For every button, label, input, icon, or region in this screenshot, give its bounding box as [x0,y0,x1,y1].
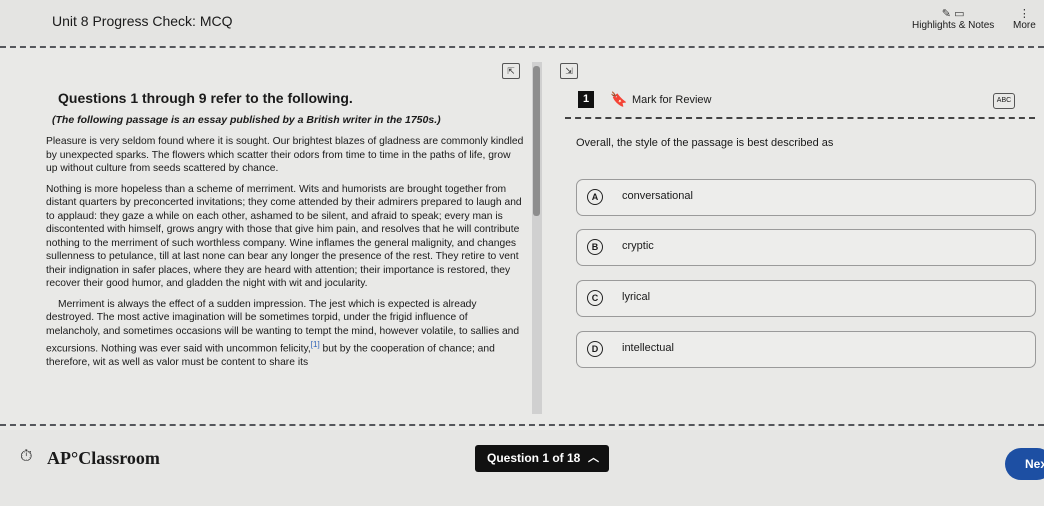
question-number: 1 [578,91,594,108]
answer-option-a[interactable]: A conversational [576,179,1036,216]
option-letter: B [587,239,603,255]
highlights-notes-label: Highlights & Notes [912,20,995,31]
passage-intro: (The following passage is an essay publi… [52,114,441,126]
passage-paragraph-3: Merriment is always the effect of a sudd… [46,298,524,370]
answer-eliminator-button[interactable]: ABC [993,93,1015,109]
more-label: More [1013,20,1036,31]
option-text: conversational [622,190,693,202]
expand-right-icon[interactable]: ⇲ [560,63,578,79]
mark-for-review-label[interactable]: Mark for Review [632,94,711,106]
highlighter-icon: ✎ ▭ [941,8,965,20]
passage-heading: Questions 1 through 9 refer to the follo… [58,90,353,106]
option-letter: D [587,341,603,357]
more-button[interactable]: ⋮ More [1013,8,1036,31]
footer-divider [0,424,1044,426]
page-title: Unit 8 Progress Check: MCQ [52,13,233,29]
more-vertical-icon: ⋮ [1018,8,1030,20]
question-navigator-label: Question 1 of 18 [487,451,581,465]
bookmark-icon[interactable]: 🔖 [610,91,627,108]
expand-left-icon[interactable]: ⇱ [502,63,520,79]
header-divider [0,46,1044,48]
answer-option-b[interactable]: B cryptic [576,229,1036,266]
answer-option-c[interactable]: C lyrical [576,280,1036,317]
passage-panel: Questions 1 through 9 refer to the follo… [46,90,524,376]
highlights-notes-button[interactable]: ✎ ▭ Highlights & Notes [912,8,994,31]
passage-paragraph-2: Nothing is more hopeless than a scheme o… [46,183,522,290]
top-bar: Unit 8 Progress Check: MCQ ✎ ▭ Highlight… [0,0,1044,46]
option-text: intellectual [622,342,674,354]
option-text: cryptic [622,240,654,252]
option-letter: C [587,290,603,306]
question-stem: Overall, the style of the passage is bes… [576,137,834,149]
chevron-up-icon: ︿ [588,452,599,464]
answer-option-d[interactable]: D intellectual [576,331,1036,368]
footnote-link[interactable]: [1] [311,340,320,349]
brand-logo: AP°Classroom [47,448,160,468]
passage-scrollbar[interactable] [533,66,540,216]
option-text: lyrical [622,291,651,303]
passage-paragraph-1: Pleasure is very seldom found where it i… [46,136,524,174]
stopwatch-icon: ⏱ [20,448,33,465]
option-letter: A [587,189,603,205]
next-button[interactable]: Next [1005,448,1044,480]
question-navigator-button[interactable]: Question 1 of 18 ︿ [475,445,609,472]
question-divider [565,117,1035,119]
